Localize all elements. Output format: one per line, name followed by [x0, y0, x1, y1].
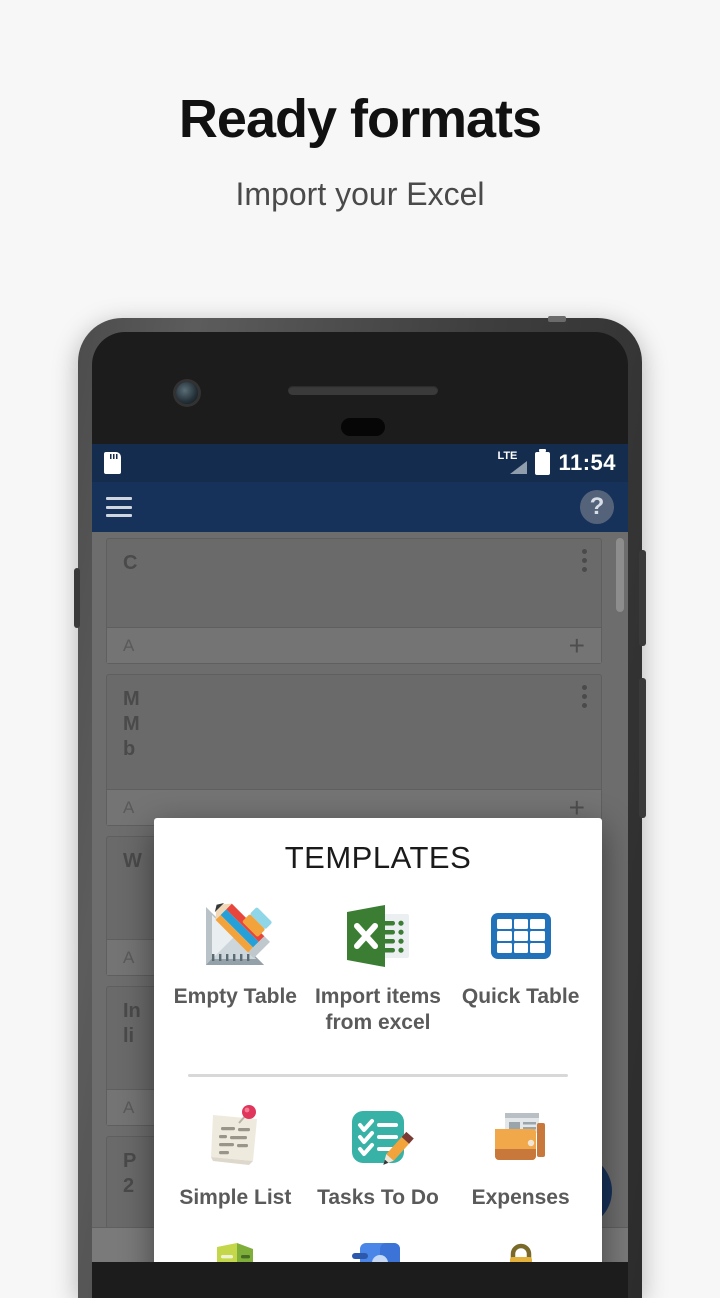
template-item-quick-table[interactable]: Quick Table [449, 892, 592, 1050]
ruler-pencil-icon [168, 896, 303, 976]
template-label: Empty Table [173, 985, 297, 1008]
phone-screen: LTE 11:54 ? C A + M M b A + W A In li A … [92, 444, 628, 1262]
address-book-icon [311, 1229, 446, 1262]
template-label: Quick Table [461, 985, 580, 1008]
card-footer-label: A [123, 948, 135, 967]
template-item-simple-list[interactable]: Simple List [164, 1093, 307, 1225]
template-label: Simple List [179, 1186, 292, 1209]
blue-grid-table-icon [453, 896, 588, 976]
status-bar-right: LTE 11:54 [497, 448, 616, 476]
signal-triangle-icon: LTE [497, 451, 528, 475]
phone-bezel: LTE 11:54 ? C A + M M b A + W A In li A … [92, 332, 628, 1298]
proximity-sensor-icon [341, 418, 385, 436]
template-label: Import items from excel [314, 985, 441, 1034]
section-divider [188, 1074, 568, 1077]
overflow-menu-icon[interactable] [582, 549, 587, 576]
green-brochure-icon [168, 1229, 303, 1262]
signal-bars-icon [510, 461, 528, 474]
template-item-expenses[interactable]: Expenses [449, 1093, 592, 1225]
card-title: C [123, 552, 138, 574]
templates-dialog: TEMPLATES Empty Table Import items from … [154, 818, 602, 1262]
page-title: Ready formats [178, 89, 542, 149]
template-item-import-excel[interactable]: Import items from excel [307, 892, 450, 1050]
card-footer: A + [107, 627, 601, 663]
earpiece-speaker-icon [288, 386, 438, 395]
status-bar: LTE 11:54 [92, 444, 628, 482]
template-label: Tasks To Do [317, 1186, 439, 1209]
dialog-title: TEMPLATES [284, 840, 472, 875]
scrollbar[interactable] [616, 538, 624, 612]
overflow-menu-icon[interactable] [582, 685, 587, 712]
excel-file-icon [311, 896, 446, 976]
front-camera-icon [176, 382, 198, 404]
template-item-tasks-to-do[interactable]: Tasks To Do [307, 1093, 450, 1225]
add-row-button[interactable]: + [569, 630, 585, 662]
sd-card-icon [104, 452, 121, 474]
list-item[interactable]: C A + [106, 538, 602, 664]
phone-mockup: LTE 11:54 ? C A + M M b A + W A In li A … [74, 316, 646, 1298]
list-item[interactable]: M M b A + [106, 674, 602, 826]
help-question-icon[interactable]: ? [580, 490, 614, 524]
power-button[interactable] [639, 550, 646, 646]
card-footer-label: A [123, 636, 135, 655]
volume-button[interactable] [639, 678, 646, 818]
card-footer-label: A [123, 1098, 135, 1117]
checklist-pencil-icon [311, 1097, 446, 1177]
card-footer-label: A [123, 798, 135, 817]
wallet-folder-icon [453, 1097, 588, 1177]
hamburger-menu-icon[interactable] [106, 497, 132, 517]
card-title: M M b [123, 688, 140, 760]
left-side-button[interactable] [74, 568, 80, 628]
padlock-asterisks-icon: ✳✳ ✳✳ [453, 1229, 588, 1262]
template-item-passwords[interactable]: ✳✳ ✳✳ Passwords [449, 1225, 592, 1262]
template-item-empty-table[interactable]: Empty Table [164, 892, 307, 1050]
phone-top-notch [548, 316, 566, 322]
template-item-product-catalogue[interactable]: Product Catalogue [164, 1225, 307, 1262]
status-bar-clock: 11:54 [558, 450, 616, 475]
template-item-contacts[interactable]: Contacts [307, 1225, 450, 1262]
app-toolbar: ? [92, 482, 628, 532]
template-label: Expenses [471, 1186, 570, 1209]
promo-header: Ready formats Import your Excel [0, 0, 720, 210]
battery-full-icon [535, 448, 551, 475]
pinned-note-icon [168, 1097, 303, 1177]
template-group-primary: Empty Table Import items from excel Quic… [154, 892, 602, 1064]
page-subtitle: Import your Excel [235, 176, 485, 212]
template-group-secondary: Simple List Tasks To Do Expenses [154, 1093, 602, 1262]
